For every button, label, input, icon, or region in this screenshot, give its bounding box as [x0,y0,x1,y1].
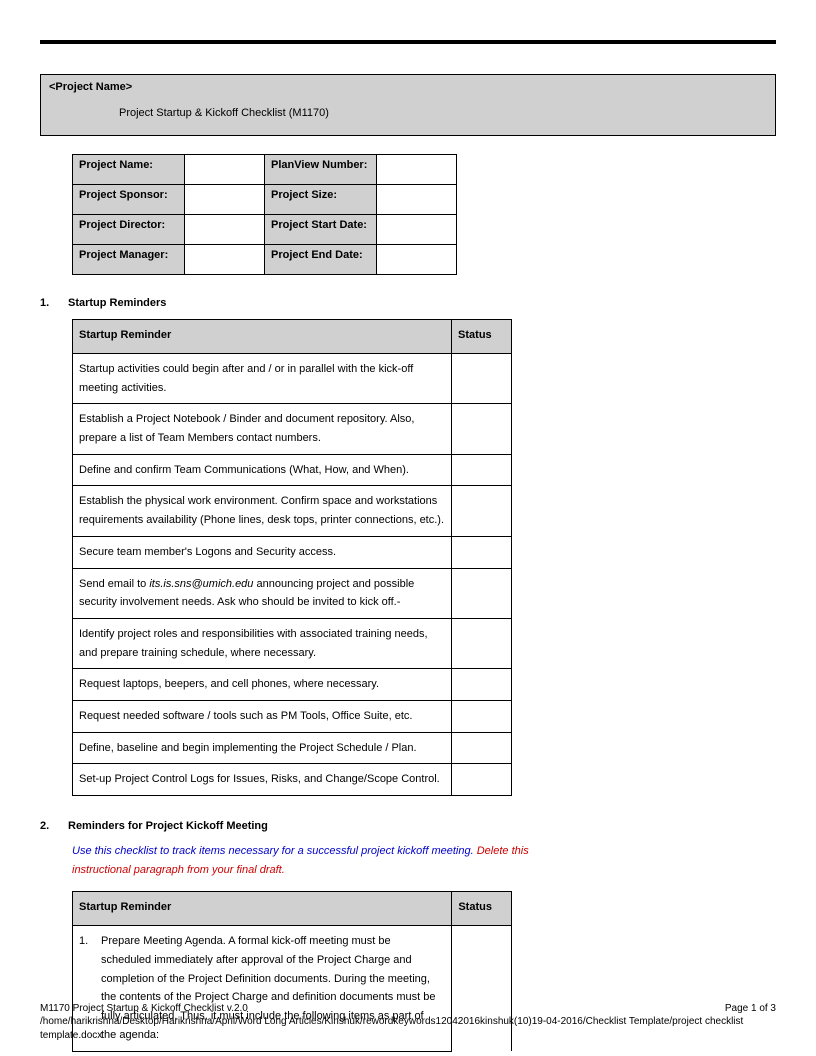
table-row: Set-up Project Control Logs for Issues, … [73,764,512,796]
section-2-instruction: Use this checklist to track items necess… [72,842,572,879]
label-project-sponsor: Project Sponsor: [73,185,185,215]
status-cell [452,486,512,536]
status-cell [452,700,512,732]
status-cell [452,732,512,764]
project-name-placeholder: <Project Name> [49,81,767,93]
title-block: <Project Name> Project Startup & Kickoff… [40,74,776,136]
section-1-title: Startup Reminders [68,297,166,309]
kickoff-item-1-num: 1. [79,932,101,951]
reminder-cell: Set-up Project Control Logs for Issues, … [73,764,452,796]
value-project-sponsor [185,185,265,215]
col-header-status-2: Status [452,892,512,926]
table-row: Establish a Project Notebook / Binder an… [73,404,512,454]
col-header-reminder-2: Startup Reminder [73,892,452,926]
label-planview-number: PlanView Number: [265,155,377,185]
reminder-cell: Send email to its.is.sns@umich.edu annou… [73,568,452,618]
document-subtitle: Project Startup & Kickoff Checklist (M11… [49,107,767,119]
table-row: Identify project roles and responsibilit… [73,618,512,668]
reminder-cell: Request laptops, beepers, and cell phone… [73,669,452,701]
project-info-table: Project Name: PlanView Number: Project S… [72,154,457,275]
table-row: Define, baseline and begin implementing … [73,732,512,764]
table-row: Define and confirm Team Communications (… [73,454,512,486]
table-row: Startup activities could begin after and… [73,354,512,404]
status-cell [452,536,512,568]
value-project-start [377,215,457,245]
value-project-end [377,245,457,275]
value-project-name [185,155,265,185]
section-1-heading: 1.Startup Reminders [40,297,776,309]
reminder-cell: Define and confirm Team Communications (… [73,454,452,486]
reminder-cell: Identify project roles and responsibilit… [73,618,452,668]
status-cell [452,669,512,701]
section-2-title: Reminders for Project Kickoff Meeting [68,820,268,832]
section-2-number: 2. [40,820,68,832]
status-cell [452,618,512,668]
reminder-cell: Request needed software / tools such as … [73,700,452,732]
value-project-director [185,215,265,245]
page-number: Page 1 of 3 [725,1002,776,1016]
label-project-start: Project Start Date: [265,215,377,245]
footer-version: M1170 Project Startup & Kickoff Checklis… [40,1002,776,1016]
status-cell [452,454,512,486]
status-cell [452,568,512,618]
reminder-cell: Establish the physical work environment.… [73,486,452,536]
reminder-cell: Establish a Project Notebook / Binder an… [73,404,452,454]
instruction-blue: Use this checklist to track items necess… [72,845,474,857]
label-project-name: Project Name: [73,155,185,185]
col-header-status: Status [452,320,512,354]
label-project-end: Project End Date: [265,245,377,275]
section-2-heading: 2.Reminders for Project Kickoff Meeting [40,820,776,832]
page-footer: M1170 Project Startup & Kickoff Checklis… [40,1002,776,1043]
label-project-manager: Project Manager: [73,245,185,275]
status-cell [452,404,512,454]
col-header-reminder: Startup Reminder [73,320,452,354]
reminder-cell: Define, baseline and begin implementing … [73,732,452,764]
table-row: Establish the physical work environment.… [73,486,512,536]
label-project-size: Project Size: [265,185,377,215]
reminder-cell: Secure team member's Logons and Security… [73,536,452,568]
value-project-manager [185,245,265,275]
top-rule [40,40,776,44]
table-row: Send email to its.is.sns@umich.edu annou… [73,568,512,618]
table-row: Request laptops, beepers, and cell phone… [73,669,512,701]
section-1-number: 1. [40,297,68,309]
table-row: Request needed software / tools such as … [73,700,512,732]
value-planview-number [377,155,457,185]
status-cell [452,354,512,404]
label-project-director: Project Director: [73,215,185,245]
value-project-size [377,185,457,215]
table-row: Secure team member's Logons and Security… [73,536,512,568]
status-cell [452,764,512,796]
reminder-cell: Startup activities could begin after and… [73,354,452,404]
footer-path: /home/harikrishna/Desktop/Harikrishna/Ap… [40,1015,776,1042]
startup-reminders-table: Startup Reminder Status Startup activiti… [72,319,512,796]
